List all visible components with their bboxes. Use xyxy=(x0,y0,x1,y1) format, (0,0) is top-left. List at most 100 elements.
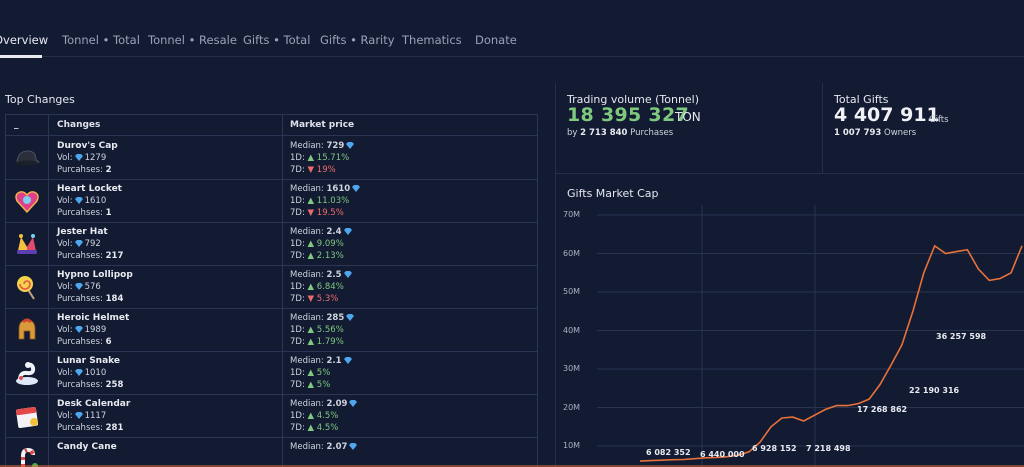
gift-name: Durov's Cap xyxy=(57,141,118,151)
y-tick-label: 40M xyxy=(563,325,581,335)
y-tick-label: 30M xyxy=(563,364,581,373)
change-up-icon: ▲ xyxy=(307,239,315,249)
tab-tonnel-total[interactable]: Tonnel • Total xyxy=(62,33,140,47)
ton-diamond-icon xyxy=(74,369,83,376)
change-up-icon: ▲ xyxy=(307,423,315,433)
change-7d: 7D: ▼ 19% xyxy=(290,165,336,175)
y-tick-label: 50M xyxy=(563,287,581,296)
locket-icon xyxy=(15,191,39,214)
data-label: 36 257 598 xyxy=(936,332,987,341)
y-tick-label: 60M xyxy=(563,248,581,258)
change-up-icon: ▲ xyxy=(307,153,315,163)
cap-icon xyxy=(16,150,40,166)
table-row[interactable]: Hypno Lollipop Vol: 576 Purcahses: 184 Me… xyxy=(6,266,537,309)
ton-diamond-icon xyxy=(343,357,352,364)
data-label: 17 268 862 xyxy=(857,405,908,414)
tab-thematics[interactable]: Thematics xyxy=(402,33,462,47)
lollipop-icon xyxy=(17,276,35,300)
total-gifts-value: 4 407 911 xyxy=(834,104,940,126)
ton-diamond-icon xyxy=(349,443,358,450)
change-down-icon: ▼ xyxy=(307,165,315,175)
y-tick-label: 20M xyxy=(563,402,581,412)
tab-overview[interactable]: Overview xyxy=(0,33,48,47)
gift-volume: Vol: 1117 xyxy=(57,411,107,421)
gift-name: Heart Locket xyxy=(57,184,122,194)
table-row[interactable]: Candy Cane Median: 2.07 xyxy=(6,438,537,467)
gift-name: Hypno Lollipop xyxy=(57,270,133,280)
ton-diamond-icon xyxy=(74,283,83,290)
calendar-icon xyxy=(16,406,39,429)
tab-gifts-rarity[interactable]: Gifts • Rarity xyxy=(320,33,395,47)
gift-volume: Vol: 1010 xyxy=(57,368,107,378)
market-cap-line xyxy=(639,244,1023,462)
ton-diamond-icon xyxy=(346,142,355,149)
ton-diamond-icon xyxy=(352,185,361,192)
change-1d: 1D: ▲ 5.56% xyxy=(290,325,344,335)
change-7d: 7D: ▼ 5.3% xyxy=(290,294,339,304)
change-7d: 7D: ▲ 1.79% xyxy=(290,337,344,347)
change-up-icon: ▲ xyxy=(307,368,315,378)
y-tick-label: 10M xyxy=(563,441,581,450)
table-row[interactable]: Jester Hat Vol: 792 Purcahses: 217 Median… xyxy=(6,223,537,266)
data-label: 6 082 352 xyxy=(646,448,691,457)
snake-icon xyxy=(16,362,38,385)
ton-diamond-icon xyxy=(343,228,352,235)
jester-hat-icon xyxy=(17,234,37,254)
column-header-sort[interactable]: _ xyxy=(14,120,19,130)
change-1d: 1D: ▲ 15.71% xyxy=(290,153,350,163)
change-up-icon: ▲ xyxy=(307,337,315,347)
stats-divider xyxy=(822,83,823,173)
column-header-changes[interactable]: Changes xyxy=(57,120,100,130)
total-gifts-owners: 1 007 793 Owners xyxy=(834,128,917,138)
gift-volume: Vol: 792 xyxy=(57,239,101,249)
table-row[interactable]: Desk Calendar Vol: 1117 Purcahses: 281 Me… xyxy=(6,395,537,438)
table-row[interactable]: Durov's Cap Vol: 1279 Purcahses: 2 Median… xyxy=(6,137,537,180)
change-7d: 7D: ▲ 2.13% xyxy=(290,251,344,261)
change-1d: 1D: ▲ 5% xyxy=(290,368,331,378)
change-1d: 1D: ▲ 11.03% xyxy=(290,196,350,206)
candy-cane-icon xyxy=(21,447,38,467)
change-up-icon: ▲ xyxy=(307,196,315,206)
data-label: 22 190 316 xyxy=(909,386,960,395)
data-label: 7 218 498 xyxy=(806,444,851,453)
ton-diamond-icon xyxy=(74,326,83,333)
ton-diamond-icon xyxy=(74,240,83,247)
ton-diamond-icon xyxy=(74,197,83,204)
column-header-market-price[interactable]: Market price xyxy=(290,120,354,130)
stats-bottom-divider xyxy=(555,173,1024,174)
change-1d: 1D: ▲ 6.84% xyxy=(290,282,344,292)
gift-purchases: Purcahses: 6 xyxy=(57,337,112,347)
data-label: 6 928 152 xyxy=(752,444,797,453)
gift-purchases: Purcahses: 184 xyxy=(57,294,124,304)
table-row[interactable]: Lunar Snake Vol: 1010 Purcahses: 258 Medi… xyxy=(6,352,537,395)
change-down-icon: ▼ xyxy=(307,208,315,218)
table-row[interactable]: Heart Locket Vol: 1610 Purcahses: 1 Media… xyxy=(6,180,537,223)
gift-purchases: Purcahses: 217 xyxy=(57,251,124,261)
gift-purchases: Purcahses: 258 xyxy=(57,380,124,390)
top-changes-title: Top Changes xyxy=(5,93,75,106)
gift-volume: Vol: 1279 xyxy=(57,153,107,163)
gift-volume: Vol: 576 xyxy=(57,282,101,292)
gift-purchases: Purcahses: 281 xyxy=(57,423,124,433)
ton-diamond-icon xyxy=(343,271,352,278)
trading-volume-purchases: by 2 713 840 Purchases xyxy=(567,128,674,138)
gift-name: Jester Hat xyxy=(57,227,108,237)
tab-donate[interactable]: Donate xyxy=(475,33,517,47)
median-price: Median: 2.1 xyxy=(290,356,354,366)
change-7d: 7D: ▲ 4.5% xyxy=(290,423,339,433)
change-7d: 7D: ▲ 5% xyxy=(290,380,331,390)
ton-diamond-icon xyxy=(74,412,83,419)
ton-diamond-icon xyxy=(346,314,355,321)
total-gifts-unit: Gifts xyxy=(929,115,949,125)
median-price: Median: 285 xyxy=(290,313,356,323)
table-row[interactable]: Heroic Helmet Vol: 1989 Purcahses: 6 Medi… xyxy=(6,309,537,352)
change-up-icon: ▲ xyxy=(307,380,315,390)
gift-volume: Vol: 1989 xyxy=(57,325,107,335)
change-7d: 7D: ▼ 19.5% xyxy=(290,208,344,218)
helmet-icon xyxy=(18,318,36,340)
tab-tonnel-resale[interactable]: Tonnel • Resale xyxy=(148,33,237,47)
trading-volume-value: 18 395 327 xyxy=(567,104,689,126)
tab-gifts-total[interactable]: Gifts • Total xyxy=(243,33,310,47)
data-label: 6 440 000 xyxy=(700,450,745,459)
change-up-icon: ▲ xyxy=(307,325,315,335)
